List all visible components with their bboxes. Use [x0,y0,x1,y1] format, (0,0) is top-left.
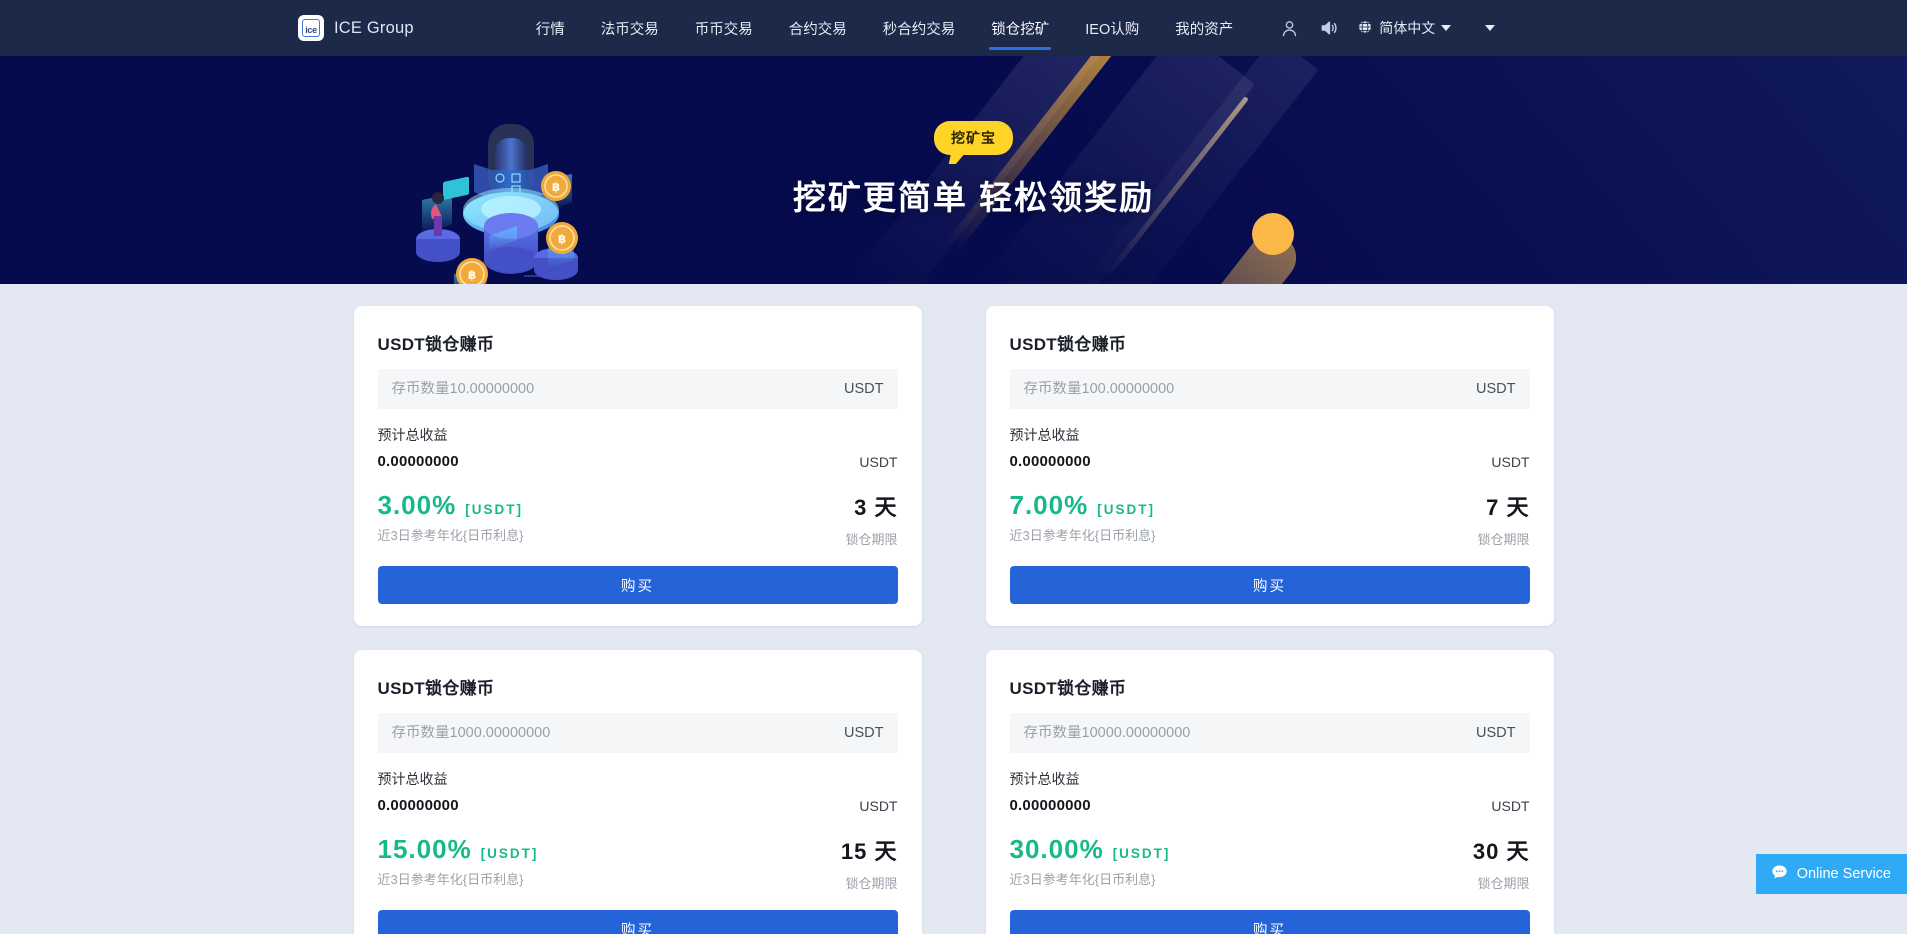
amount-input[interactable] [391,381,845,397]
more-chevron-down-icon[interactable] [1485,25,1496,31]
online-service-button[interactable]: Online Service [1755,854,1907,894]
rate-row: 15.00% [USDT] 近3日参考年化{日币利息} 15 天 锁仓期限 [378,834,898,892]
ice-logo-icon: ice [298,15,324,41]
rate-value: 30.00% [1009,834,1104,864]
rate-value: 15.00% [377,834,472,864]
nav-item-ieo[interactable]: IEO认购 [1067,0,1157,56]
nav-item-lock-mining[interactable]: 锁仓挖矿 [973,0,1067,56]
amount-unit: USDT [844,725,884,741]
language-selector[interactable]: 简体中文 [1349,18,1457,38]
profit-label: 预计总收益 [1009,771,1080,787]
profit-value: 0.00000000 [1009,797,1091,814]
term-label: 锁仓期限 [845,876,898,891]
rate-coin: [USDT] [465,502,523,517]
term-value: 7 天 [1486,495,1530,520]
rate-subtitle: 近3日参考年化{日币利息} [1009,872,1156,887]
chat-bubble-icon [1770,863,1789,886]
profit-unit: USDT [859,797,898,814]
amount-input[interactable] [1023,381,1477,397]
amount-field[interactable]: USDT [1009,369,1530,409]
brand-logo-group[interactable]: ice ICE Group [298,15,414,41]
rate-row: 30.00% [USDT] 近3日参考年化{日币利息} 30 天 锁仓期限 [1010,834,1530,892]
rate-row: 3.00% [USDT] 近3日参考年化{日币利息} 3 天 锁仓期限 [378,490,898,548]
card-title: USDT锁仓赚币 [377,679,495,698]
profit-value: 0.00000000 [377,453,459,470]
profit-label: 预计总收益 [377,427,448,443]
nav-item-second-contract[interactable]: 秒合约交易 [865,0,974,56]
profit-row: 0.00000000 USDT [378,453,898,470]
rate-coin: [USDT] [1097,502,1155,517]
rate-value: 3.00% [377,490,457,520]
product-card: USDT锁仓赚币 USDT 预计总收益 0.00000000 USDT 3.00… [353,306,922,626]
profit-row: 0.00000000 USDT [1010,797,1530,814]
card-title: USDT锁仓赚币 [1009,679,1127,698]
hero-banner: ฿ ฿ ฿ 挖矿宝 挖矿更简单 轻松领奖励 [0,56,1907,284]
banner-title: 挖矿更简单 轻松领奖励 [792,179,1155,216]
card-title: USDT锁仓赚币 [377,335,495,354]
profit-row: 0.00000000 USDT [1010,453,1530,470]
rate-subtitle: 近3日参考年化{日币利息} [377,528,524,543]
amount-unit: USDT [1476,381,1516,397]
brand-name: ICE Group [334,18,414,37]
amount-unit: USDT [844,381,884,397]
profit-label: 预计总收益 [377,771,448,787]
product-card-grid: USDT锁仓赚币 USDT 预计总收益 0.00000000 USDT 3.00… [353,306,1554,934]
language-label: 简体中文 [1379,20,1436,36]
main-nav: 行情 法币交易 币币交易 合约交易 秒合约交易 锁仓挖矿 IEO认购 我的资产 [518,0,1251,56]
rate-value: 7.00% [1009,490,1089,520]
online-service-label: Online Service [1796,866,1891,882]
profit-label: 预计总收益 [1009,427,1080,443]
rate-row: 7.00% [USDT] 近3日参考年化{日币利息} 7 天 锁仓期限 [1010,490,1530,548]
product-card: USDT锁仓赚币 USDT 预计总收益 0.00000000 USDT 30.0… [985,650,1554,934]
amount-field[interactable]: USDT [377,369,898,409]
term-label: 锁仓期限 [1477,876,1530,891]
globe-icon [1357,19,1373,38]
rate-subtitle: 近3日参考年化{日币利息} [377,872,524,887]
term-value: 30 天 [1472,839,1530,864]
buy-button[interactable]: 购买 [1009,566,1530,604]
speaker-icon[interactable] [1309,0,1349,56]
brand-mark-text: ice [302,19,320,37]
nav-item-my-assets[interactable]: 我的资产 [1157,0,1251,56]
amount-input[interactable] [1023,725,1477,741]
nav-item-contract[interactable]: 合约交易 [771,0,865,56]
card-title: USDT锁仓赚币 [1009,335,1127,354]
term-label: 锁仓期限 [1477,532,1530,547]
buy-button[interactable]: 购买 [377,910,898,934]
profit-unit: USDT [1491,797,1530,814]
term-value: 3 天 [854,495,898,520]
rate-coin: [USDT] [1112,846,1171,861]
term-label: 锁仓期限 [845,532,898,547]
header-actions: 简体中文 [1269,0,1496,56]
amount-input[interactable] [391,725,845,741]
product-card: USDT锁仓赚币 USDT 预计总收益 0.00000000 USDT 7.00… [985,306,1554,626]
chevron-down-icon [1441,25,1452,31]
profit-value: 0.00000000 [377,797,459,814]
user-icon[interactable] [1269,0,1309,56]
product-card: USDT锁仓赚币 USDT 预计总收益 0.00000000 USDT 15.0… [353,650,922,934]
buy-button[interactable]: 购买 [1009,910,1530,934]
profit-row: 0.00000000 USDT [378,797,898,814]
nav-item-fiat-trade[interactable]: 法币交易 [583,0,677,56]
nav-item-market[interactable]: 行情 [518,0,583,56]
nav-item-coin-trade[interactable]: 币币交易 [677,0,771,56]
top-header: ice ICE Group 行情 法币交易 币币交易 合约交易 秒合约交易 锁仓… [0,0,1907,56]
banner-content: 挖矿宝 挖矿更简单 轻松领奖励 [0,56,1907,284]
main-content: USDT锁仓赚币 USDT 预计总收益 0.00000000 USDT 3.00… [0,284,1907,934]
amount-field[interactable]: USDT [1009,713,1530,753]
profit-unit: USDT [859,453,898,470]
amount-unit: USDT [1476,725,1516,741]
banner-badge: 挖矿宝 [934,121,1013,155]
term-value: 15 天 [840,839,898,864]
buy-button[interactable]: 购买 [377,566,898,604]
rate-coin: [USDT] [480,846,539,861]
amount-field[interactable]: USDT [377,713,898,753]
profit-value: 0.00000000 [1009,453,1091,470]
rate-subtitle: 近3日参考年化{日币利息} [1009,528,1156,543]
profit-unit: USDT [1491,453,1530,470]
